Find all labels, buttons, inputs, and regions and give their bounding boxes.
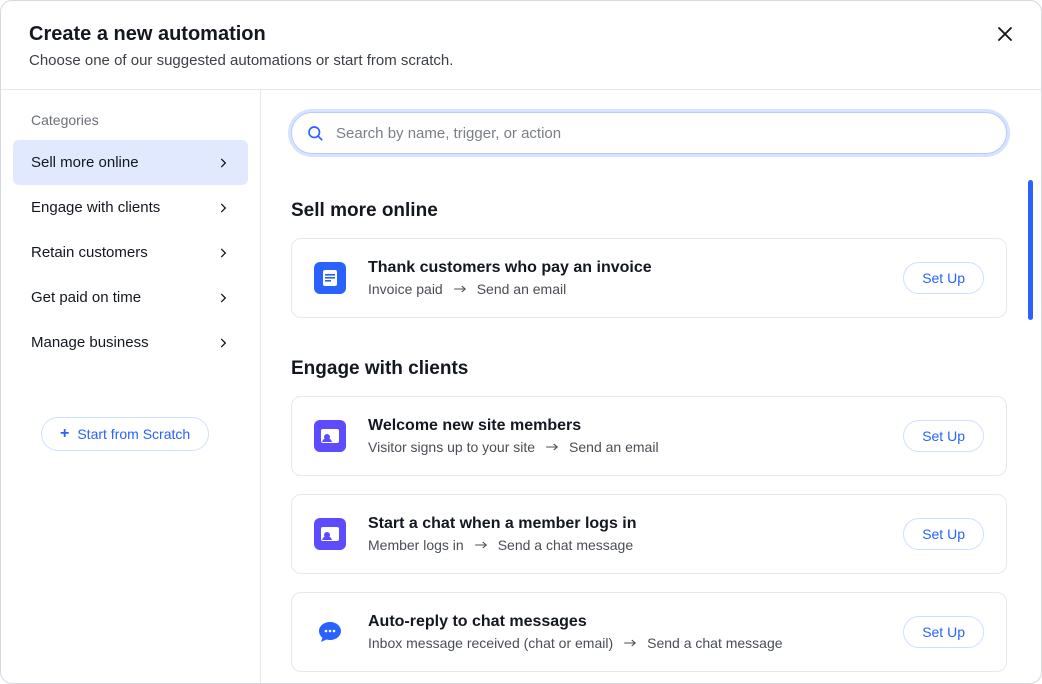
arrow-right-icon <box>474 540 488 550</box>
modal-header: Create a new automation Choose one of ou… <box>1 1 1041 90</box>
card-trigger: Visitor signs up to your site <box>368 439 535 455</box>
chevron-right-icon <box>216 246 230 260</box>
card-meta: Visitor signs up to your site Send an em… <box>368 439 881 455</box>
member-icon <box>314 518 346 550</box>
card-meta: Inbox message received (chat or email) S… <box>368 635 881 651</box>
section-engage-with-clients: Engage with clients Welcome new site mem… <box>291 358 1007 672</box>
start-scratch-label: Start from Scratch <box>77 426 190 442</box>
automation-card[interactable]: Start a chat when a member logs in Membe… <box>291 494 1007 574</box>
card-action: Send a chat message <box>647 635 782 651</box>
chevron-right-icon <box>216 156 230 170</box>
card-meta: Member logs in Send a chat message <box>368 537 881 553</box>
sidebar-item-get-paid-on-time[interactable]: Get paid on time <box>13 275 248 320</box>
section-title: Engage with clients <box>291 358 1007 380</box>
start-scratch-area: + Start from Scratch <box>13 365 248 451</box>
chat-bubble-icon <box>314 616 346 648</box>
sidebar-item-label: Engage with clients <box>31 199 160 216</box>
automation-card[interactable]: Welcome new site members Visitor signs u… <box>291 396 1007 476</box>
setup-button[interactable]: Set Up <box>903 518 984 550</box>
sidebar-item-sell-more-online[interactable]: Sell more online <box>13 140 248 185</box>
card-body: Auto-reply to chat messages Inbox messag… <box>368 613 881 651</box>
card-meta: Invoice paid Send an email <box>368 281 881 297</box>
categories-heading: Categories <box>13 112 248 140</box>
card-trigger: Member logs in <box>368 537 464 553</box>
chevron-right-icon <box>216 336 230 350</box>
search-icon <box>306 124 324 142</box>
setup-button[interactable]: Set Up <box>903 616 984 648</box>
automation-card[interactable]: Thank customers who pay an invoice Invoi… <box>291 238 1007 318</box>
sidebar-item-engage-with-clients[interactable]: Engage with clients <box>13 185 248 230</box>
search-field-wrap[interactable] <box>291 112 1007 154</box>
sidebar-item-label: Manage business <box>31 334 149 351</box>
card-action: Send an email <box>477 281 567 297</box>
close-icon <box>996 25 1014 46</box>
card-trigger: Invoice paid <box>368 281 443 297</box>
arrow-right-icon <box>623 638 637 648</box>
modal-title: Create a new automation <box>29 23 1013 46</box>
arrow-right-icon <box>453 284 467 294</box>
modal-subtitle: Choose one of our suggested automations … <box>29 52 1013 69</box>
start-from-scratch-button[interactable]: + Start from Scratch <box>41 417 209 451</box>
sidebar-item-manage-business[interactable]: Manage business <box>13 320 248 365</box>
chevron-right-icon <box>216 291 230 305</box>
section-sell-more-online: Sell more online Thank customers who pay… <box>291 200 1007 318</box>
sidebar-item-label: Get paid on time <box>31 289 141 306</box>
section-title: Sell more online <box>291 200 1007 222</box>
card-trigger: Inbox message received (chat or email) <box>368 635 613 651</box>
member-icon <box>314 420 346 452</box>
scrollbar-thumb[interactable] <box>1028 180 1033 320</box>
search-input[interactable] <box>336 125 990 142</box>
chevron-right-icon <box>216 201 230 215</box>
main-scroll-area[interactable]: Sell more online Thank customers who pay… <box>261 90 1041 683</box>
sidebar-item-label: Sell more online <box>31 154 139 171</box>
setup-button[interactable]: Set Up <box>903 262 984 294</box>
sidebar-item-retain-customers[interactable]: Retain customers <box>13 230 248 275</box>
automation-card[interactable]: Auto-reply to chat messages Inbox messag… <box>291 592 1007 672</box>
card-body: Start a chat when a member logs in Membe… <box>368 515 881 553</box>
card-title: Welcome new site members <box>368 417 881 435</box>
card-title: Start a chat when a member logs in <box>368 515 881 533</box>
card-body: Welcome new site members Visitor signs u… <box>368 417 881 455</box>
invoice-icon <box>314 262 346 294</box>
card-title: Auto-reply to chat messages <box>368 613 881 631</box>
create-automation-modal: Create a new automation Choose one of ou… <box>0 0 1042 684</box>
card-action: Send a chat message <box>498 537 633 553</box>
main-content: Sell more online Thank customers who pay… <box>261 90 1041 683</box>
card-body: Thank customers who pay an invoice Invoi… <box>368 259 881 297</box>
card-title: Thank customers who pay an invoice <box>368 259 881 277</box>
card-action: Send an email <box>569 439 659 455</box>
plus-icon: + <box>60 426 69 442</box>
sidebar-item-label: Retain customers <box>31 244 148 261</box>
modal-body: Categories Sell more online Engage with … <box>1 90 1041 683</box>
sidebar: Categories Sell more online Engage with … <box>1 90 261 683</box>
setup-button[interactable]: Set Up <box>903 420 984 452</box>
arrow-right-icon <box>545 442 559 452</box>
close-button[interactable] <box>991 21 1019 49</box>
